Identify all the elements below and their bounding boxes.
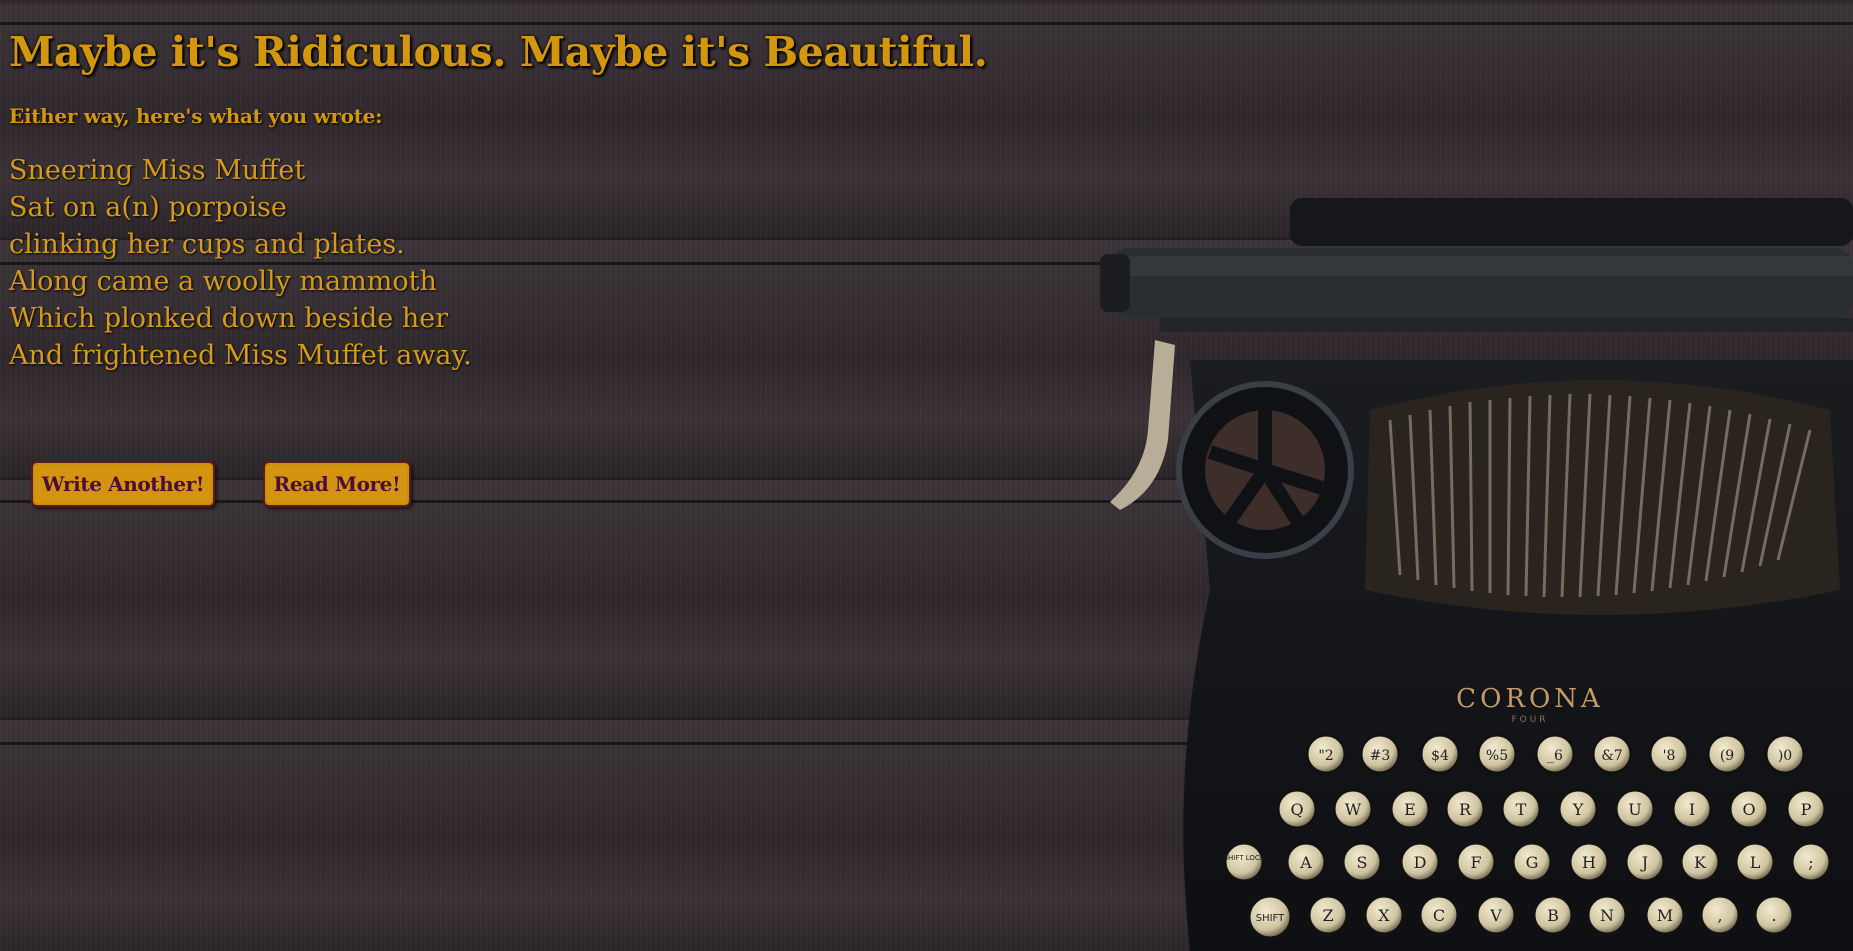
svg-text:,: , [1717,906,1722,925]
svg-text:$4: $4 [1431,748,1449,764]
poem: Sneering Miss Muffet Sat on a(n) porpois… [9,152,987,374]
poem-line: Sat on a(n) porpoise [9,192,287,223]
svg-text:&7: &7 [1601,748,1622,764]
svg-text:V: V [1489,906,1502,925]
svg-text:L: L [1750,853,1761,872]
svg-text:R: R [1459,800,1472,819]
svg-text:U: U [1628,800,1641,819]
svg-text:.: . [1771,906,1776,925]
page-subtitle: Either way, here's what you wrote: [9,104,383,128]
svg-text:P: P [1801,800,1812,819]
svg-text:S: S [1357,853,1368,872]
svg-text:K: K [1694,853,1707,872]
svg-text:O: O [1742,800,1755,819]
svg-text:G: G [1526,853,1539,872]
svg-text:(9: (9 [1720,748,1734,764]
svg-text:E: E [1404,800,1416,819]
poem-line: Sneering Miss Muffet [9,155,306,186]
typewriter-image: CORONA FOUR "2 #3 $4 %5 _6 &7 '8 (9 )0 Q… [1100,198,1853,951]
svg-text:W: W [1345,800,1362,819]
page-title: Maybe it's Ridiculous. Maybe it's Beauti… [9,28,988,76]
svg-text:Y: Y [1572,800,1584,819]
svg-text:Q: Q [1290,800,1303,819]
poem-line: Which plonked down beside her [9,303,449,334]
svg-text:C: C [1433,906,1445,925]
svg-text:T: T [1516,800,1527,819]
svg-text:Z: Z [1322,906,1333,925]
svg-text:N: N [1600,906,1614,925]
svg-text:"2: "2 [1318,748,1333,764]
svg-text:%5: %5 [1486,748,1508,764]
return-lever [1110,340,1175,510]
carriage-top [1290,198,1853,246]
poem-line: Along came a woolly mammoth [9,266,437,297]
svg-text:H: H [1582,853,1596,872]
svg-text:J: J [1640,853,1648,872]
svg-text:;: ; [1808,853,1813,872]
platen-highlight [1110,256,1853,276]
svg-text:M: M [1657,906,1673,925]
svg-text:A: A [1299,853,1312,872]
plank-seam [0,22,1853,25]
svg-text:SHIFT: SHIFT [1256,913,1285,924]
svg-text:'8: '8 [1663,748,1676,764]
svg-text:F: F [1470,853,1481,872]
svg-text:SHIFT LOCK: SHIFT LOCK [1224,854,1265,862]
platen-knob [1100,254,1130,312]
key-row-1: "2 #3 $4 %5 _6 &7 '8 (9 )0 [1305,733,1806,775]
poem-line: And frightened Miss Muffet away. [9,340,472,371]
main-content: Maybe it's Ridiculous. Maybe it's Beauti… [9,28,988,374]
svg-text:D: D [1414,853,1427,872]
svg-text:B: B [1547,906,1559,925]
svg-text:)0: )0 [1778,748,1792,764]
svg-text:_6: _6 [1547,748,1563,764]
brand-label: CORONA [1456,684,1604,714]
write-another-button[interactable]: Write Another! [31,461,215,507]
model-label: FOUR [1511,715,1548,725]
read-more-button[interactable]: Read More! [263,461,411,507]
paper-scale [1160,318,1853,332]
svg-text:I: I [1689,800,1695,819]
poem-line: clinking her cups and plates. [9,229,405,260]
svg-text:X: X [1378,906,1390,925]
svg-text:#3: #3 [1370,748,1391,764]
